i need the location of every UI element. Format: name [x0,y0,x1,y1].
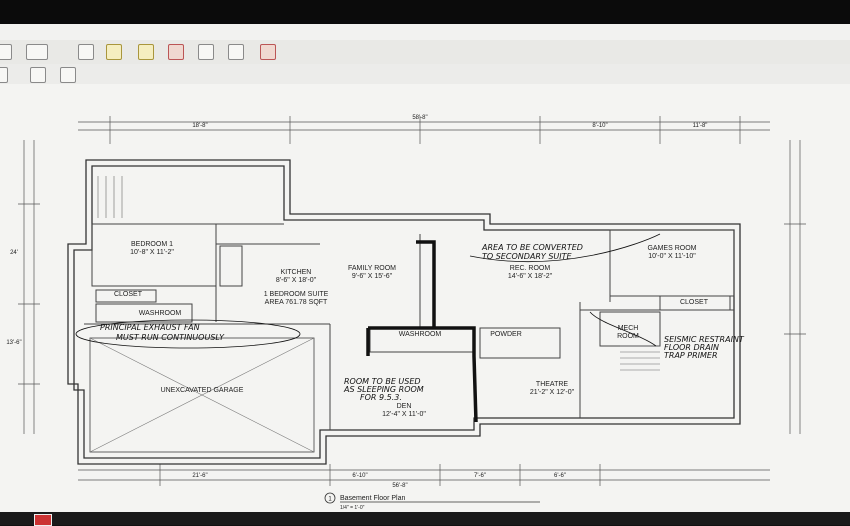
room-label-washroom-mid: WASHROOM [399,331,442,338]
room-label-den: DEN [397,403,412,410]
room-dims-games: 10'-0" X 11'-10" [648,253,696,260]
grid-icon[interactable] [60,67,76,83]
highlight-icon[interactable] [260,44,276,60]
toolbar-secondary [0,64,850,85]
room-dims-family: 9'-6" X 15'-6" [352,273,393,280]
suite-label: 1 BEDROOM SUITE [264,291,329,298]
note-icon[interactable] [138,44,154,60]
room-label-bedroom: BEDROOM 1 [131,241,173,248]
dim-top-4: 11'-8" [693,123,708,129]
plan-title: Basement Floor Plan [340,495,405,502]
toolbar-button-panel[interactable] [0,67,8,83]
room-dims-theatre: 21'-2" X 12'-0" [530,389,575,396]
plan-scale: 1/4" = 1'-0" [340,505,365,511]
screen: BEDROOM 1 10'-8" X 11'-2" KITCHEN 8'-6" … [0,24,850,512]
toolbar-button-layer[interactable] [26,44,48,60]
monitor-bezel-bottom [0,512,850,525]
dim-top-3: 8'-10" [592,123,607,129]
room-label-rec: REC. ROOM [510,265,551,272]
room-label-mech: MECH [618,325,639,332]
title-number: 1 [328,497,332,503]
dim-bottom-1: 21'-6" [192,473,207,479]
dim-top-1: 18'-8" [192,123,207,129]
note-exhaust: PRINCIPAL EXHAUST FAN [100,323,200,332]
room-dims-den: 12'-4" X 11'-0" [382,411,426,418]
room-label-powder: POWDER [490,331,522,338]
note-den-3: FOR 9.5.3. [360,393,402,402]
room-label-closet-left: CLOSET [114,291,143,298]
comment-icon[interactable] [106,44,122,60]
monitor-bezel-top [0,0,850,24]
split-horizontal-icon[interactable] [30,67,46,83]
room-label-washroom-left: WASHROOM [139,310,182,317]
room-dims-rec: 14'-6" X 18'-2" [508,273,553,280]
gear-icon[interactable] [78,44,94,60]
room-label-closet-right: CLOSET [680,299,709,306]
suite-area: AREA 761.78 SQFT [265,299,328,306]
toolbar-button-open[interactable] [0,44,12,60]
garage-cross [89,337,315,453]
floor-plan-drawing: BEDROOM 1 10'-8" X 11'-2" KITCHEN 8'-6" … [6,115,806,511]
dim-bottom-4: 7'-6" [474,473,486,479]
stamp-icon[interactable] [168,44,184,60]
title-block: 1 Basement Floor Plan 1/4" = 1'-0" [324,492,540,511]
document-canvas[interactable]: BEDROOM 1 10'-8" X 11'-2" KITCHEN 8'-6" … [0,84,850,512]
dim-left-2: 13'-6" [6,340,21,346]
dim-top-2: 58'-8" [412,115,427,121]
note-trap: TRAP PRIMER [664,351,718,360]
room-dims-kitchen: 8'-6" X 18'-0" [276,277,317,284]
room-label-games: GAMES ROOM [647,245,696,252]
room-label-theatre: THEATRE [536,381,568,388]
print-icon[interactable] [198,44,214,60]
dim-left-1: 24' [10,250,18,256]
dim-bottom-5: 6'-6" [554,473,566,479]
room-label-family: FAMILY ROOM [348,265,396,272]
room-label-garage: UNEXCAVATED GARAGE [161,387,244,394]
dim-bottom-3: 56'-8" [392,483,407,489]
dim-bottom-2: 6'-10" [352,473,367,479]
room-dims-bedroom: 10'-8" X 11'-2" [130,249,174,256]
scan-icon[interactable] [228,44,244,60]
room-label-kitchen: KITCHEN [281,269,312,276]
room-label-mech-2: ROOM [617,333,639,340]
note-exhaust-2: MUST RUN CONTINUOUSLY [116,333,225,342]
note-convert: AREA TO BE CONVERTED [481,243,583,252]
toolbar-main [0,40,850,65]
pdf-app-icon[interactable] [34,514,52,526]
